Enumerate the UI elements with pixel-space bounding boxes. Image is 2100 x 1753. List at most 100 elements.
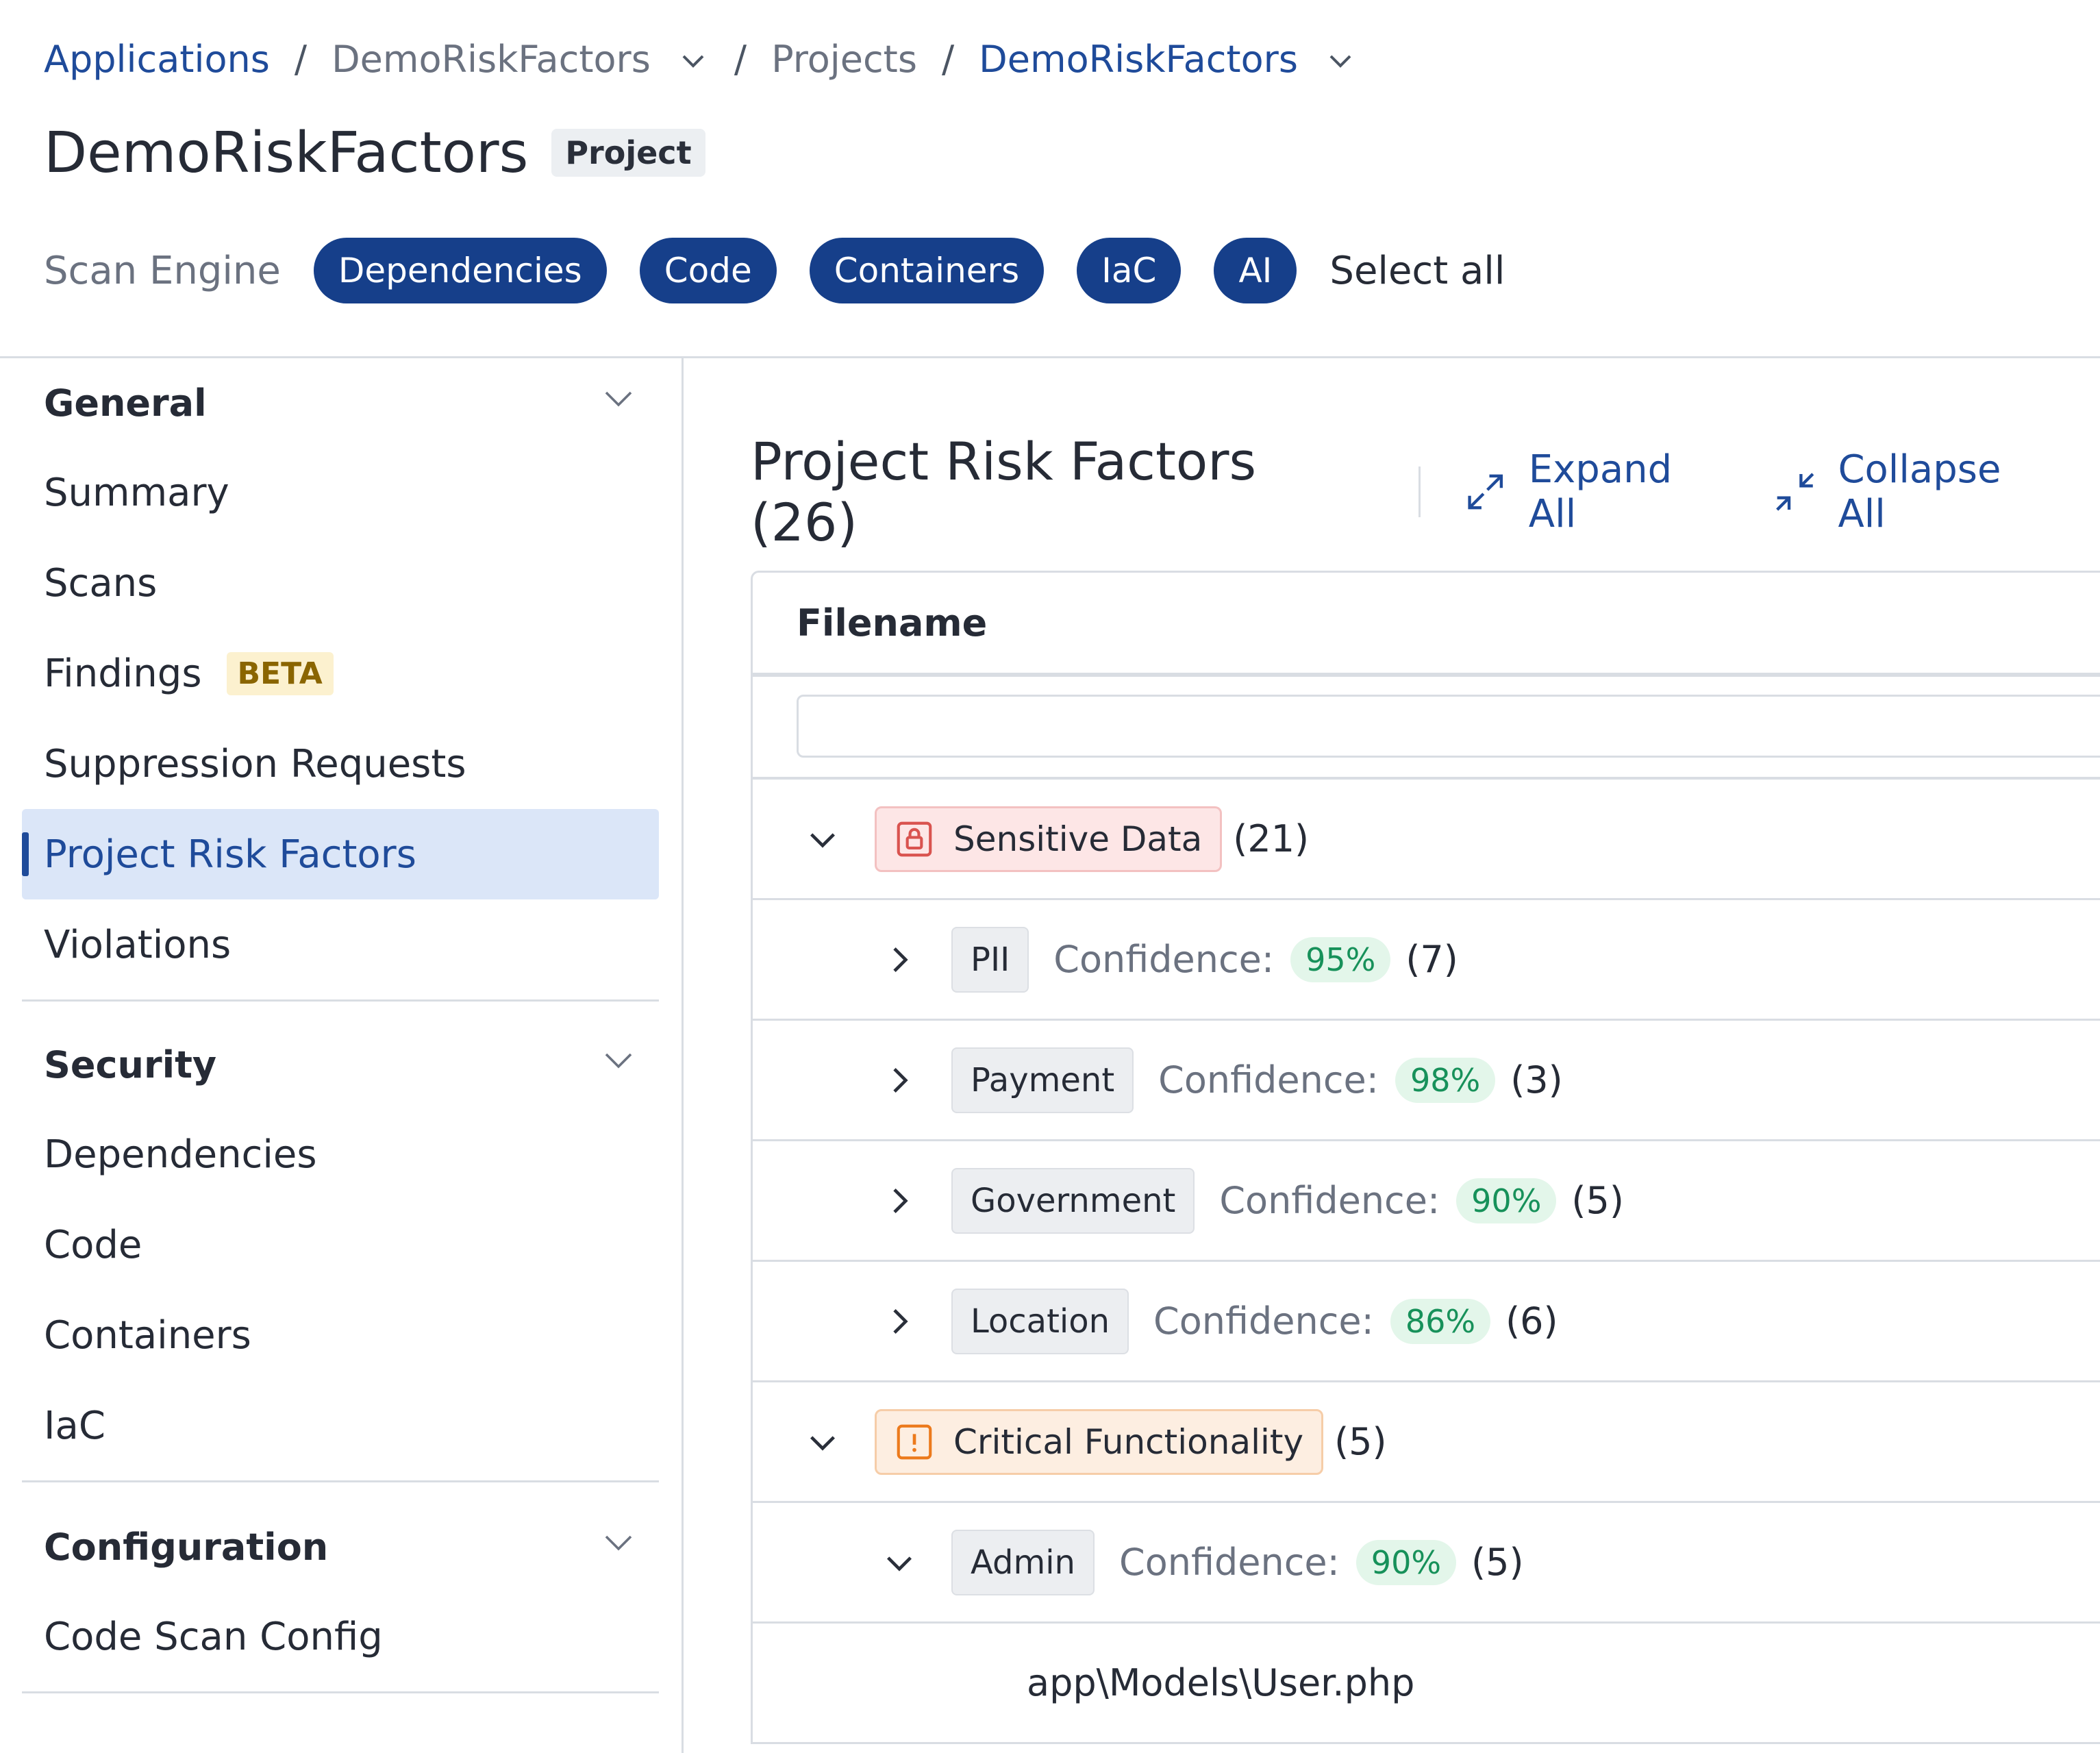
subcategory-tag: PII (951, 926, 1029, 993)
engine-pill-dependencies[interactable]: Dependencies (313, 238, 607, 303)
sidebar-item-code[interactable]: Code (22, 1199, 659, 1290)
subcategory-tag: Admin (951, 1529, 1095, 1595)
group-count: (21) (1233, 817, 1310, 860)
confidence-badge: 98% (1395, 1057, 1496, 1103)
sidebar-item-label: Dependencies (44, 1132, 317, 1177)
section-title: Security (44, 1043, 217, 1086)
chevron-down-icon[interactable] (879, 1542, 920, 1583)
sidebar-item-summary[interactable]: Summary (22, 447, 659, 538)
confidence-label: Confidence: (1158, 1058, 1379, 1102)
select-all-button[interactable]: Select all (1329, 249, 1505, 293)
breadcrumb-separator: / (941, 37, 955, 81)
section-header-security[interactable]: Security (22, 1020, 659, 1109)
main-content: Project Risk Factors (26) Expand All Col… (684, 358, 2100, 1753)
breadcrumb-separator: / (734, 37, 747, 81)
sidebar-item-label: Suppression Requests (44, 741, 466, 786)
chevron-right-icon[interactable] (879, 1060, 920, 1101)
sidebar-item-dependencies[interactable]: Dependencies (22, 1109, 659, 1199)
confidence-label: Confidence: (1053, 938, 1275, 981)
section-divider (22, 1480, 659, 1482)
filename-filter-input[interactable] (797, 695, 2100, 758)
subcategory-tag: Government (951, 1167, 1195, 1234)
sidebar-item-suppression-requests[interactable]: Suppression Requests (22, 719, 659, 809)
collapse-all-label: Collapse All (1838, 447, 2001, 536)
sidebar-item-label: Containers (44, 1313, 251, 1358)
subgroup-count: (7) (1405, 938, 1458, 981)
breadcrumb-projects[interactable]: Projects (771, 38, 917, 81)
section-title: General (44, 381, 207, 425)
filename[interactable]: app\Models\User.php (1027, 1661, 1414, 1704)
sidebar-item-label: Project Risk Factors (44, 832, 416, 877)
title-row: DemoRiskFactors Project (44, 115, 705, 190)
category-label: Sensitive Data (953, 819, 1203, 859)
engine-pill-containers[interactable]: Containers (809, 238, 1045, 303)
section-divider (22, 999, 659, 1002)
engine-pill-iac[interactable]: IaC (1077, 238, 1182, 303)
nav-section-general: General Summary Scans Findings BETA Supp… (22, 358, 659, 1002)
sidebar: General Summary Scans Findings BETA Supp… (0, 358, 684, 1753)
collapse-all-button[interactable]: Collapse All (1771, 447, 2059, 536)
section-header-general[interactable]: General (22, 358, 659, 447)
breadcrumb-project[interactable]: DemoRiskFactors (979, 38, 1298, 81)
chevron-down-icon[interactable] (802, 819, 843, 860)
confidence-label: Confidence: (1118, 1541, 1340, 1584)
risk-factors-table: Filename Sensitive Data (21) PII Confide… (751, 571, 2100, 1744)
breadcrumb-separator: / (294, 37, 308, 81)
breadcrumb-app[interactable]: DemoRiskFactors (332, 38, 651, 81)
project-type-tag: Project (551, 129, 705, 177)
chevron-right-icon[interactable] (879, 1180, 920, 1221)
lock-icon (897, 821, 932, 856)
breadcrumb: Applications / DemoRiskFactors / Project… (44, 33, 1357, 85)
chevron-down-icon[interactable] (802, 1421, 843, 1463)
group-count: (5) (1334, 1420, 1387, 1463)
engine-pill-ai[interactable]: AI (1214, 238, 1297, 303)
risk-factors-title: Project Risk Factors (26) (751, 431, 1257, 553)
chevron-down-icon[interactable] (600, 1042, 637, 1088)
category-tag: Critical Functionality (875, 1408, 1324, 1475)
subgroup-count: (3) (1510, 1058, 1563, 1102)
nav-section-security: Security Dependencies Code Containers Ia… (22, 1020, 659, 1482)
chevron-down-icon[interactable] (600, 380, 637, 426)
subgroup-count: (6) (1505, 1300, 1558, 1343)
subcategory-tag: Payment (951, 1047, 1134, 1113)
column-header-filename[interactable]: Filename (753, 573, 2100, 677)
subgroup-row-government: Government Confidence: 90% (5) (753, 1141, 2100, 1262)
subgroup-row-admin: Admin Confidence: 90% (5) (753, 1503, 2100, 1624)
section-divider (22, 1691, 659, 1693)
sidebar-item-violations[interactable]: Violations (22, 899, 659, 990)
chevron-right-icon[interactable] (879, 939, 920, 980)
group-row-critical-functionality: Critical Functionality (5) (753, 1382, 2100, 1503)
beta-badge: BETA (226, 651, 334, 695)
warning-icon (897, 1424, 932, 1459)
expand-all-button[interactable]: Expand All (1462, 447, 1730, 536)
section-header-configuration[interactable]: Configuration (22, 1502, 659, 1591)
expand-all-label: Expand All (1528, 447, 1673, 536)
collapse-icon (1776, 473, 1814, 511)
confidence-badge: 90% (1456, 1178, 1557, 1223)
group-row-sensitive-data: Sensitive Data (21) (753, 780, 2100, 900)
sidebar-item-iac[interactable]: IaC (22, 1380, 659, 1471)
sidebar-item-label: Code Scan Config (44, 1614, 383, 1659)
sidebar-item-code-scan-config[interactable]: Code Scan Config (22, 1591, 659, 1682)
confidence-label: Confidence: (1219, 1179, 1440, 1222)
sidebar-item-containers[interactable]: Containers (22, 1290, 659, 1380)
file-row[interactable]: app\Models\User.php (753, 1624, 2100, 1744)
chevron-down-icon[interactable] (1324, 42, 1357, 75)
scan-engine-filter: Scan Engine Dependencies Code Containers… (44, 236, 1505, 305)
main-header: Project Risk Factors (26) Expand All Col… (751, 431, 2100, 553)
sidebar-item-scans[interactable]: Scans (22, 538, 659, 628)
engine-pill-code[interactable]: Code (639, 238, 777, 303)
category-tag: Sensitive Data (875, 806, 1223, 872)
confidence-badge: 90% (1355, 1539, 1457, 1585)
chevron-down-icon[interactable] (600, 1524, 637, 1570)
chevron-down-icon[interactable] (677, 42, 710, 75)
category-label: Critical Functionality (953, 1421, 1304, 1462)
breadcrumb-applications[interactable]: Applications (44, 38, 270, 81)
section-title: Configuration (44, 1525, 329, 1569)
sidebar-item-findings[interactable]: Findings BETA (22, 628, 659, 719)
sidebar-item-project-risk-factors[interactable]: Project Risk Factors (22, 809, 659, 899)
sidebar-item-label: Findings (44, 651, 202, 696)
nav-section-configuration: Configuration Code Scan Config (22, 1502, 659, 1693)
confidence-label: Confidence: (1153, 1300, 1374, 1343)
chevron-right-icon[interactable] (879, 1301, 920, 1342)
